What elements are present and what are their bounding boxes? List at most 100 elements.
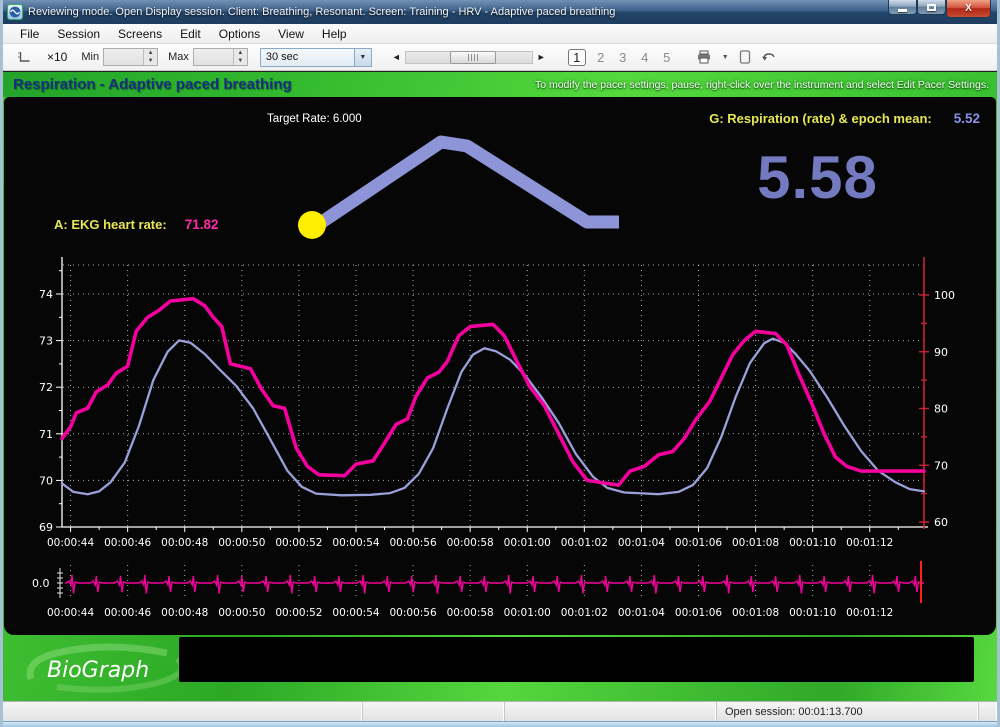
window-title: Reviewing mode. Open Display session. Cl… — [28, 6, 616, 18]
status-cell-2 — [363, 702, 505, 721]
window-controls: X — [888, 0, 991, 18]
grip-icon — [467, 53, 478, 61]
screen-title: Respiration - Adaptive paced breathing — [13, 76, 292, 93]
scroll-left-icon[interactable]: ◄ — [388, 52, 405, 62]
svg-text:00:00:44: 00:00:44 — [47, 607, 94, 619]
status-cell-1 — [3, 702, 363, 721]
scroll-right-icon[interactable]: ► — [533, 52, 550, 62]
time-scrollbar: ◄ ► — [388, 50, 550, 64]
menu-session[interactable]: Session — [48, 25, 109, 43]
svg-text:00:00:46: 00:00:46 — [104, 537, 151, 549]
svg-text:00:01:12: 00:01:12 — [846, 607, 893, 619]
svg-text:72: 72 — [39, 381, 53, 394]
svg-text:00:00:48: 00:00:48 — [161, 607, 208, 619]
svg-text:69: 69 — [39, 521, 53, 534]
respiration-readout: G: Respiration (rate) & epoch mean: 5.52 — [709, 111, 980, 126]
heart-rate-series — [60, 296, 926, 487]
svg-text:00:00:58: 00:00:58 — [447, 537, 494, 549]
svg-text:00:01:00: 00:01:00 — [504, 607, 551, 619]
heart-rate-readout: A: EKG heart rate: 71.82 — [54, 217, 219, 232]
page-button-5[interactable]: 5 — [656, 50, 678, 65]
instrument-panel[interactable]: 69 70 71 72 73 74 00:00:44 00:00:46 00:00:48 00:0… — [4, 97, 996, 635]
page-button-1[interactable]: 1 — [567, 48, 586, 66]
maximize-button[interactable] — [917, 0, 946, 15]
page-button-4[interactable]: 4 — [634, 50, 656, 65]
toolbar: ×10 Min ▲ ▼ Max ▲ ▼ 30 sec ▼ ◄ ► 1 2 3 4… — [3, 44, 997, 71]
time-scale-value: 30 sec — [265, 51, 299, 63]
window-bottom-edge — [3, 721, 997, 727]
close-button[interactable]: X — [946, 0, 991, 18]
svg-text:74: 74 — [39, 288, 53, 301]
max-input[interactable] — [193, 49, 233, 65]
min-input[interactable] — [104, 49, 144, 65]
close-icon: X — [965, 3, 972, 14]
status-cell-3 — [505, 702, 717, 721]
page-button-2[interactable]: 2 — [590, 50, 612, 65]
svg-text:80: 80 — [934, 403, 948, 416]
respiration-epoch-mean: 5.52 — [953, 111, 980, 126]
min-spinbox: ▲ ▼ — [103, 48, 159, 66]
svg-text:73: 73 — [39, 335, 53, 348]
menu-options[interactable]: Options — [210, 25, 269, 43]
min-spin-buttons: ▲ ▼ — [143, 49, 158, 65]
svg-text:60: 60 — [934, 516, 948, 529]
screen-page-buttons: 1 2 3 4 5 — [567, 48, 678, 66]
right-axis: 60 70 80 90 100 — [919, 257, 955, 529]
menu-file[interactable]: File — [11, 25, 48, 43]
svg-text:00:01:10: 00:01:10 — [789, 537, 836, 549]
menu-screens[interactable]: Screens — [109, 25, 171, 43]
print-button[interactable] — [692, 50, 716, 64]
menu-bar: File Session Screens Edit Options View H… — [3, 24, 997, 44]
maximize-icon — [927, 3, 936, 11]
svg-text:00:00:52: 00:00:52 — [275, 607, 322, 619]
max-down-icon[interactable]: ▼ — [233, 57, 247, 65]
toolbar-right-icons: ▼ — [692, 50, 780, 64]
ekg-baseline-label: 0.0 — [32, 577, 50, 590]
svg-text:00:00:50: 00:00:50 — [218, 537, 265, 549]
respiration-label: G: Respiration (rate) & epoch mean: — [709, 111, 932, 126]
minimize-icon — [898, 8, 907, 12]
svg-text:70: 70 — [934, 459, 948, 472]
max-up-icon[interactable]: ▲ — [233, 49, 247, 57]
svg-text:00:01:06: 00:01:06 — [675, 607, 722, 619]
svg-text:00:00:56: 00:00:56 — [389, 607, 436, 619]
app-window: Reviewing mode. Open Display session. Cl… — [0, 0, 1000, 727]
title-bar: Reviewing mode. Open Display session. Cl… — [3, 0, 997, 24]
scrollbar-thumb[interactable] — [449, 50, 496, 64]
menu-help[interactable]: Help — [313, 25, 356, 43]
page-button-3[interactable]: 3 — [612, 50, 634, 65]
app-logo-icon — [9, 6, 21, 18]
chevron-down-icon[interactable]: ▼ — [353, 48, 371, 66]
svg-text:00:01:08: 00:01:08 — [732, 537, 779, 549]
print-dropdown-icon[interactable]: ▼ — [718, 54, 733, 61]
menu-view[interactable]: View — [269, 25, 313, 43]
status-cell-5 — [979, 702, 997, 721]
svg-text:BioGraph: BioGraph — [47, 658, 149, 683]
svg-text:00:00:58: 00:00:58 — [447, 607, 494, 619]
screen-header: Respiration - Adaptive paced breathing T… — [3, 71, 997, 97]
max-spin-buttons: ▲ ▼ — [232, 49, 247, 65]
undo-icon[interactable] — [757, 51, 780, 63]
menu-edit[interactable]: Edit — [171, 25, 210, 43]
minimize-button[interactable] — [888, 0, 917, 15]
svg-text:00:00:44: 00:00:44 — [47, 537, 94, 549]
min-up-icon[interactable]: ▲ — [144, 49, 158, 57]
page-icon[interactable] — [735, 50, 755, 64]
svg-text:90: 90 — [934, 346, 948, 359]
svg-text:70: 70 — [39, 474, 53, 487]
scrollbar-track[interactable] — [404, 50, 533, 64]
max-spinbox: ▲ ▼ — [192, 48, 248, 66]
svg-text:00:01:04: 00:01:04 — [618, 537, 665, 549]
time-scale-dropdown[interactable]: 30 sec ▼ — [259, 47, 372, 67]
svg-text:00:00:50: 00:00:50 — [218, 607, 265, 619]
svg-text:100: 100 — [934, 289, 955, 302]
x10-toggle[interactable]: ×10 — [47, 50, 67, 64]
svg-text:00:01:06: 00:01:06 — [675, 537, 722, 549]
svg-text:00:01:02: 00:01:02 — [561, 607, 608, 619]
raw-ekg-trace — [64, 574, 924, 594]
heart-rate-value: 71.82 — [184, 217, 219, 232]
svg-text:00:01:00: 00:01:00 — [504, 537, 551, 549]
min-down-icon[interactable]: ▼ — [144, 57, 158, 65]
svg-text:00:00:48: 00:00:48 — [161, 537, 208, 549]
axis-scale-icon[interactable] — [13, 50, 35, 64]
